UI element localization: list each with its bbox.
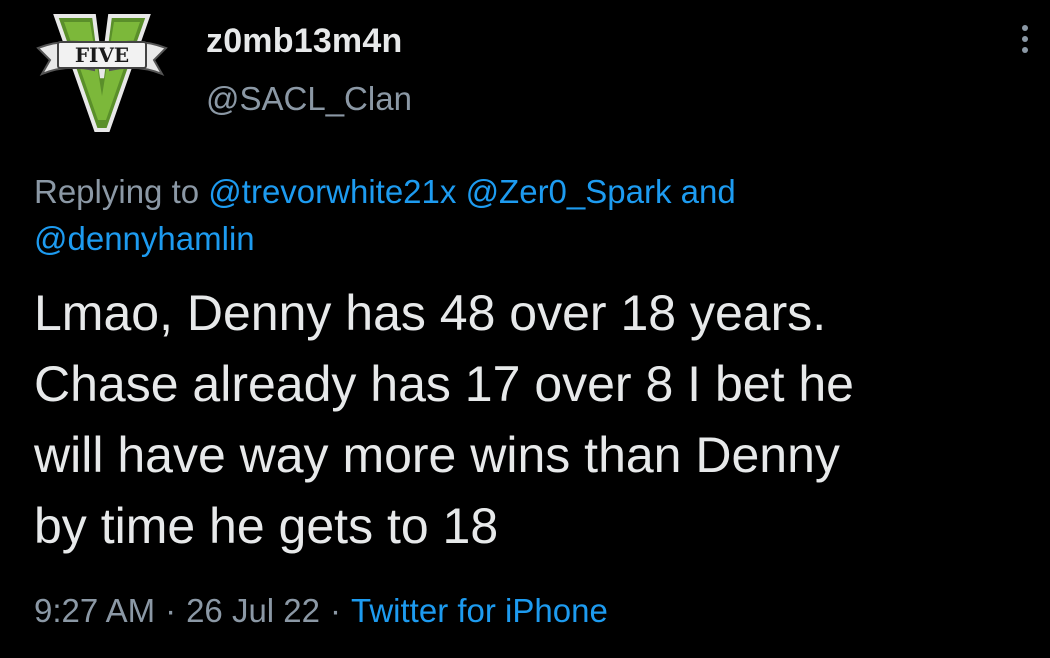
tweet-text-line: Chase already has 17 over 8 I bet he xyxy=(34,356,854,412)
user-handle[interactable]: @SACL_Clan xyxy=(206,80,412,118)
more-dot-icon xyxy=(1022,25,1028,31)
mention-link[interactable]: @dennyhamlin xyxy=(34,220,255,257)
tweet-time[interactable]: 9:27 AM xyxy=(34,592,155,629)
svg-text:FIVE: FIVE xyxy=(75,43,129,67)
tweet-text-line: will have way more wins than Denny xyxy=(34,427,840,483)
tweet: FIVE z0mb13m4n @SACL_Clan Replying to @t… xyxy=(0,0,1050,658)
reply-context: Replying to @trevorwhite21x @Zer0_Spark … xyxy=(34,168,1014,262)
meta-separator: · xyxy=(330,592,342,629)
display-name[interactable]: z0mb13m4n xyxy=(206,22,402,61)
gta-five-logo-icon: FIVE xyxy=(36,14,168,132)
avatar[interactable]: FIVE xyxy=(34,8,170,134)
more-dot-icon xyxy=(1022,47,1028,53)
mention-conjunction[interactable]: and xyxy=(681,173,736,210)
mention-link[interactable]: @Zer0_Spark xyxy=(466,173,672,210)
more-dot-icon xyxy=(1022,36,1028,42)
tweet-text: Lmao, Denny has 48 over 18 years. Chase … xyxy=(34,278,1034,562)
tweet-meta: 9:27 AM · 26 Jul 22 · Twitter for iPhone xyxy=(34,592,608,630)
tweet-text-line: by time he gets to 18 xyxy=(34,498,499,554)
tweet-source-link[interactable]: Twitter for iPhone xyxy=(351,592,608,629)
replying-to-label: Replying to xyxy=(34,173,200,210)
meta-separator: · xyxy=(165,592,177,629)
more-options-button[interactable] xyxy=(1010,14,1040,64)
tweet-text-line: Lmao, Denny has 48 over 18 years. xyxy=(34,285,827,341)
mention-link[interactable]: @trevorwhite21x xyxy=(208,173,456,210)
tweet-date[interactable]: 26 Jul 22 xyxy=(186,592,320,629)
